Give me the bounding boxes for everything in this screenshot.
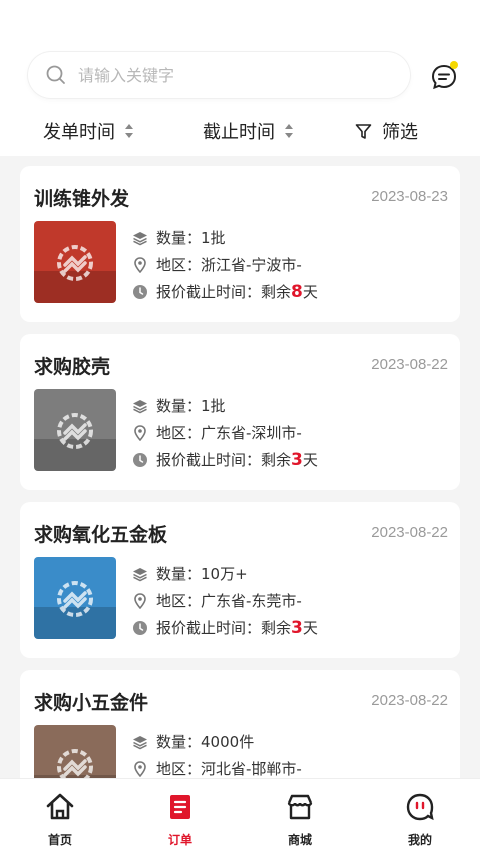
tab-label: 商城 <box>287 833 312 847</box>
layers-icon <box>132 398 148 414</box>
deadline-row: 报价截止时间： 剩余 3 天 <box>132 446 318 473</box>
clock-icon <box>132 452 148 468</box>
quantity-row: 数量： 10万+ <box>132 560 318 587</box>
order-date: 2023-08-23 <box>371 188 448 205</box>
quantity-value: 1批 <box>201 229 226 247</box>
tab-profile[interactable]: 我的 <box>360 779 480 852</box>
deadline-label: 报价截止时间： <box>156 283 262 301</box>
day-suffix: 天 <box>302 283 318 301</box>
home-icon <box>44 791 76 827</box>
order-date: 2023-08-22 <box>371 692 448 709</box>
quantity-label: 数量： <box>156 565 202 583</box>
order-list: 训练锥外发 2023-08-23 数量： 1批 地区： 浙江省-宁波市- 报价截… <box>20 166 460 838</box>
order-icon <box>164 791 196 827</box>
quantity-row: 数量： 1批 <box>132 224 318 251</box>
order-title: 求购小五金件 <box>34 692 149 714</box>
quantity-row: 数量： 1批 <box>132 392 318 419</box>
filter-icon <box>355 123 372 139</box>
layers-icon <box>132 734 148 750</box>
location-pin-icon <box>132 256 148 273</box>
region-value: 广东省-深圳市- <box>201 424 302 442</box>
order-title: 求购胶壳 <box>34 356 111 378</box>
tab-order[interactable]: 订单 <box>120 779 240 852</box>
deadline-row: 报价截止时间： 剩余 3 天 <box>132 614 318 641</box>
quantity-label: 数量： <box>156 733 202 751</box>
order-info: 数量： 1批 地区： 广东省-深圳市- 报价截止时间： 剩余 3 天 <box>132 392 318 473</box>
day-suffix: 天 <box>302 619 318 637</box>
location-pin-icon <box>132 592 148 609</box>
quantity-row: 数量： 4000件 <box>132 728 306 755</box>
region-label: 地区： <box>156 760 202 778</box>
bottom-tab-bar: 首页 订单 商城 我的 <box>0 778 480 852</box>
deadline-row: 报价截止时间： 剩余 8 天 <box>132 278 318 305</box>
deadline-label: 报价截止时间： <box>156 451 262 469</box>
sort-deadline[interactable]: 截止时间 <box>203 116 293 146</box>
tab-label: 首页 <box>47 833 72 847</box>
clock-icon <box>132 284 148 300</box>
unread-badge <box>450 61 458 69</box>
layers-icon <box>132 230 148 246</box>
clock-icon <box>132 620 148 636</box>
product-thumbnail <box>34 221 116 303</box>
search-icon <box>46 65 65 84</box>
location-pin-icon <box>132 760 148 777</box>
search-input[interactable] <box>78 65 368 85</box>
quantity-label: 数量： <box>156 229 202 247</box>
days-left: 3 <box>291 617 303 638</box>
remaining-prefix: 剩余 <box>261 283 292 301</box>
tab-label: 订单 <box>167 833 192 847</box>
order-info: 数量： 1批 地区： 浙江省-宁波市- 报价截止时间： 剩余 8 天 <box>132 224 318 305</box>
days-left: 3 <box>291 449 303 470</box>
sort-arrows-icon <box>125 124 133 138</box>
tab-label: 我的 <box>407 833 432 847</box>
search-bar[interactable] <box>28 52 410 98</box>
tab-home[interactable]: 首页 <box>0 779 120 852</box>
remaining-prefix: 剩余 <box>261 619 292 637</box>
product-thumbnail <box>34 557 116 639</box>
quantity-value: 4000件 <box>201 733 255 751</box>
sort-issue-time[interactable]: 发单时间 <box>43 116 133 146</box>
sort-arrows-icon <box>285 124 293 138</box>
region-value: 浙江省-宁波市- <box>201 256 302 274</box>
layers-icon <box>132 566 148 582</box>
region-row: 地区： 广东省-深圳市- <box>132 419 318 446</box>
message-button[interactable] <box>431 61 458 90</box>
region-value: 河北省-邯郸市- <box>201 760 302 778</box>
profile-icon <box>404 791 436 827</box>
deadline-label: 报价截止时间： <box>156 619 262 637</box>
location-pin-icon <box>132 424 148 441</box>
region-row: 地区： 浙江省-宁波市- <box>132 251 318 278</box>
tab-store[interactable]: 商城 <box>240 779 360 852</box>
remaining-prefix: 剩余 <box>261 451 292 469</box>
order-card[interactable]: 求购氧化五金板 2023-08-22 数量： 10万+ 地区： 广东省-东莞市-… <box>20 502 460 658</box>
quantity-value: 1批 <box>201 397 226 415</box>
filter-bar: 发单时间 截止时间 筛选 <box>0 116 480 146</box>
store-icon <box>284 791 316 827</box>
order-date: 2023-08-22 <box>371 356 448 373</box>
quantity-value: 10万+ <box>201 565 248 583</box>
order-card[interactable]: 求购胶壳 2023-08-22 数量： 1批 地区： 广东省-深圳市- 报价截止… <box>20 334 460 490</box>
product-thumbnail <box>34 389 116 471</box>
region-label: 地区： <box>156 424 202 442</box>
region-value: 广东省-东莞市- <box>201 592 302 610</box>
order-title: 求购氧化五金板 <box>34 524 168 546</box>
day-suffix: 天 <box>302 451 318 469</box>
order-title: 训练锥外发 <box>34 188 130 210</box>
sort-issue-time-label: 发单时间 <box>43 122 115 143</box>
region-row: 地区： 广东省-东莞市- <box>132 587 318 614</box>
order-date: 2023-08-22 <box>371 524 448 541</box>
filter-button[interactable]: 筛选 <box>355 116 418 146</box>
order-info: 数量： 10万+ 地区： 广东省-东莞市- 报价截止时间： 剩余 3 天 <box>132 560 318 641</box>
header: 发单时间 截止时间 筛选 <box>0 0 480 156</box>
region-label: 地区： <box>156 256 202 274</box>
sort-deadline-label: 截止时间 <box>203 122 275 143</box>
days-left: 8 <box>291 281 303 302</box>
region-label: 地区： <box>156 592 202 610</box>
filter-label: 筛选 <box>382 122 418 143</box>
quantity-label: 数量： <box>156 397 202 415</box>
order-card[interactable]: 训练锥外发 2023-08-23 数量： 1批 地区： 浙江省-宁波市- 报价截… <box>20 166 460 322</box>
